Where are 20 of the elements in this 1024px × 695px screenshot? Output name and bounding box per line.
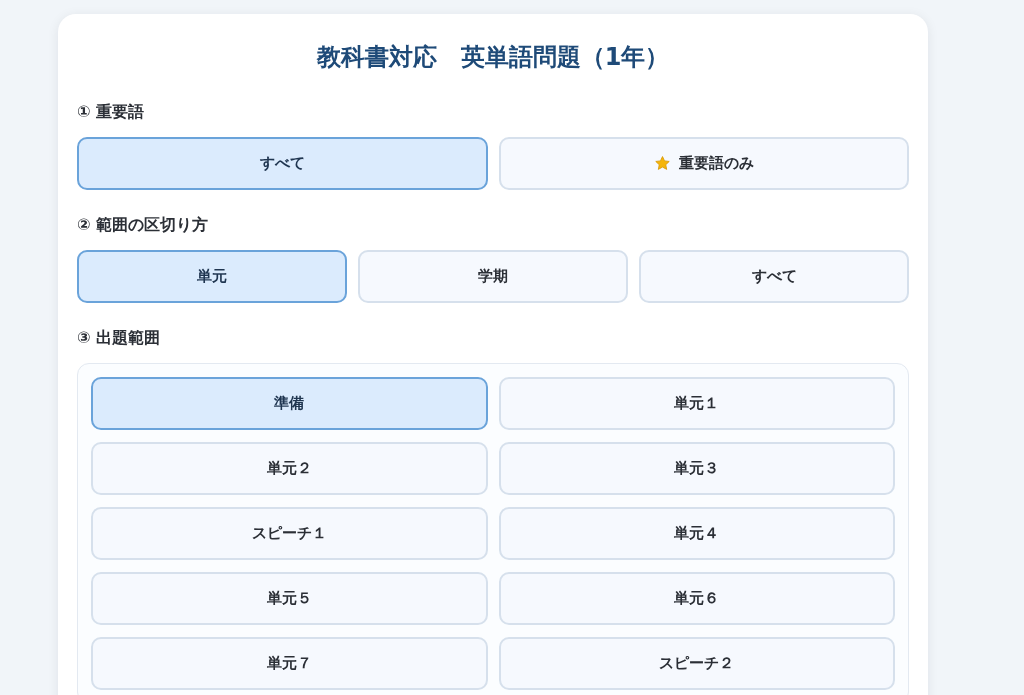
option-button[interactable]: 単元６ (498, 572, 895, 625)
option-button[interactable]: 単元３ (498, 442, 895, 495)
option-button[interactable]: スピーチ１ (91, 507, 488, 560)
option-button[interactable]: 重要語のみ (498, 137, 909, 190)
option-button[interactable]: 準備 (91, 377, 488, 430)
section-label: ② 範囲の区切り方 (77, 214, 210, 236)
star-icon (653, 155, 671, 172)
page-title: 教科書対応 英単語問題（1年） (315, 42, 671, 73)
option-button[interactable]: 単元１ (498, 377, 895, 430)
section-label: ① 重要語 (77, 101, 146, 123)
option-button[interactable]: 学期 (358, 250, 628, 303)
option-button[interactable]: 単元７ (91, 637, 488, 690)
option-button[interactable]: 単元５ (91, 572, 488, 625)
option-button[interactable]: スピーチ２ (498, 637, 895, 690)
option-button[interactable]: すべて (77, 137, 488, 190)
section-label: ③ 出題範囲 (77, 327, 162, 349)
option-button[interactable]: 単元 (77, 250, 347, 303)
option-button[interactable]: 単元４ (498, 507, 895, 560)
option-button[interactable]: すべて (639, 250, 909, 303)
option-button[interactable]: 単元２ (91, 442, 488, 495)
